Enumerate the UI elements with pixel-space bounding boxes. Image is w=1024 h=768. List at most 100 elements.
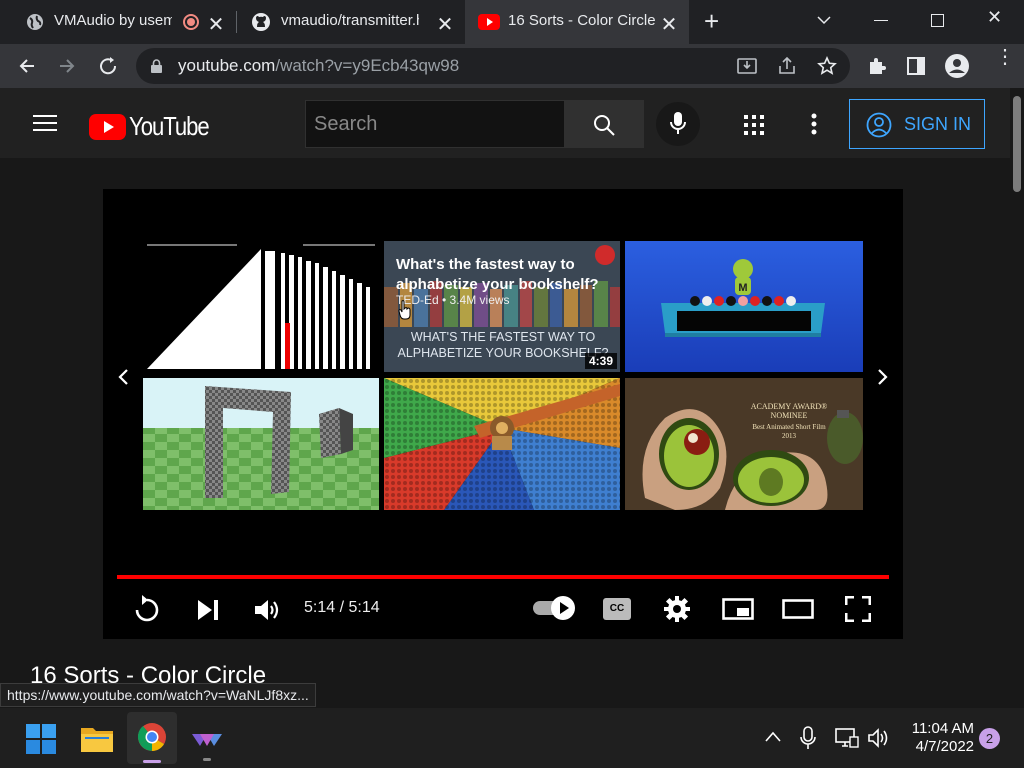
taskbar-chrome-active[interactable] [127, 712, 177, 764]
endscreen-prev-icon[interactable] [117, 368, 129, 386]
youtube-favicon-icon [478, 14, 500, 30]
microphone-tray-icon[interactable] [800, 726, 816, 750]
bookmark-star-icon[interactable] [817, 56, 837, 76]
replay-icon[interactable] [133, 594, 161, 624]
color-wheel-thumbnail [384, 378, 620, 510]
url-host: youtube.com [178, 56, 276, 75]
theater-mode-icon[interactable] [782, 599, 814, 619]
closed-captions-icon[interactable]: CC [603, 598, 631, 620]
autoplay-knob [551, 596, 575, 620]
install-app-icon[interactable] [736, 56, 758, 76]
award-year: 2013 [782, 432, 796, 440]
browser-menu-icon[interactable]: ⋮ [995, 47, 1015, 67]
balls-machine-thumbnail: M [625, 241, 863, 372]
recording-icon [183, 14, 199, 30]
youtube-play-icon [89, 113, 126, 140]
url-text: youtube.com/watch?v=y9Ecb43qw98 [178, 56, 459, 76]
autoplay-toggle[interactable] [533, 596, 575, 620]
miniplayer-icon[interactable] [722, 598, 754, 620]
vmaudio-app-icon[interactable] [192, 730, 222, 750]
reload-icon[interactable] [97, 55, 119, 77]
endscreen-channel-views: TED-Ed • 3.4M views [396, 293, 510, 307]
settings-gear-icon[interactable] [664, 596, 690, 622]
lock-icon[interactable] [150, 58, 163, 74]
endscreen-video-balls[interactable]: M [625, 241, 863, 372]
endscreen-video-ted[interactable]: What's the fastest way to alphabetize yo… [384, 241, 620, 372]
network-icon[interactable] [835, 727, 859, 749]
tab-label: vmaudio/transmitter.h [281, 12, 419, 29]
tab-label: 16 Sorts - Color Circle [508, 12, 656, 29]
video-duration: 4:39 [584, 353, 617, 369]
tab-vmaudio[interactable]: VMAudio by usem ✕ [0, 0, 236, 44]
back-arrow-icon[interactable] [17, 56, 37, 76]
share-icon[interactable] [777, 56, 797, 76]
endscreen-video-avocado[interactable]: ACADEMY AWARD® NOMINEE Best Animated Sho… [625, 378, 863, 510]
avocado-thumbnail [625, 378, 863, 510]
clock-time: 11:04 AM [911, 720, 974, 737]
sort-bars-thumbnail [143, 241, 379, 372]
youtube-logo-text: YouTube [129, 111, 210, 141]
chevron-down-icon[interactable] [816, 14, 832, 26]
minimize-button[interactable] [874, 20, 888, 21]
tab-github[interactable]: vmaudio/transmitter.h ✕ [237, 0, 465, 44]
close-tab-icon[interactable]: ✕ [659, 12, 679, 37]
new-tab-button[interactable]: + [704, 6, 719, 37]
running-app-indicator [203, 758, 211, 761]
browser-toolbar: youtube.com/watch?v=y9Ecb43qw98 ⋮ [0, 44, 1024, 88]
award-category: Best Animated Short Film [752, 423, 826, 431]
tab-label: VMAudio by usem [54, 12, 172, 29]
chevron-up-icon[interactable] [764, 730, 782, 744]
video-player[interactable]: What's the fastest way to alphabetize yo… [103, 189, 903, 639]
clock-date: 4/7/2022 [915, 738, 974, 755]
tab-strip: VMAudio by usem ✕ vmaudio/transmitter.h … [0, 0, 1024, 44]
apps-grid-icon[interactable] [744, 115, 764, 135]
chrome-icon [137, 723, 166, 751]
scrollbar-thumb[interactable] [1013, 96, 1021, 192]
clock[interactable]: 11:04 AM 4/7/2022 [906, 720, 974, 756]
side-panel-icon[interactable] [906, 56, 926, 76]
sign-in-button[interactable]: SIGN IN [849, 99, 985, 149]
portal-thumbnail [143, 378, 379, 510]
endscreen-video-color-wheel[interactable] [384, 378, 620, 510]
forward-arrow-icon[interactable] [57, 56, 77, 76]
search-icon [594, 115, 615, 136]
extensions-puzzle-icon[interactable] [866, 55, 888, 77]
tab-youtube[interactable]: 16 Sorts - Color Circle ✕ [465, 0, 689, 44]
hamburger-menu-icon[interactable] [33, 114, 57, 132]
award-text: ACADEMY AWARD® NOMINEE [750, 402, 828, 420]
microphone-icon [670, 112, 686, 134]
mouse-cursor-icon [398, 300, 411, 320]
profile-icon[interactable] [944, 53, 970, 79]
autoplay-play-icon [560, 602, 569, 614]
time-display: 5:14 / 5:14 [304, 599, 380, 616]
endscreen-video-sort-bars[interactable] [143, 241, 379, 372]
start-windows-icon[interactable] [26, 724, 56, 754]
file-explorer-icon[interactable] [81, 724, 113, 752]
fullscreen-icon[interactable] [845, 596, 871, 622]
progress-bar[interactable] [117, 575, 889, 579]
close-tab-icon[interactable]: ✕ [435, 12, 455, 37]
active-app-indicator [143, 760, 161, 763]
endscreen-next-icon[interactable] [877, 368, 889, 386]
github-icon [252, 13, 270, 31]
watch-page: What's the fastest way to alphabetize yo… [0, 158, 1010, 708]
sign-in-label: SIGN IN [904, 113, 972, 134]
url-path: /watch?v=y9Ecb43qw98 [275, 56, 460, 75]
close-window-button[interactable]: ✕ [987, 7, 1002, 28]
search-input[interactable]: Search [305, 100, 565, 148]
voice-search-button[interactable] [656, 102, 700, 146]
notification-badge[interactable]: 2 [979, 728, 1000, 749]
youtube-logo[interactable]: YouTube [89, 111, 223, 142]
restore-button[interactable] [931, 14, 944, 27]
settings-more-icon[interactable] [811, 113, 817, 135]
next-video-icon[interactable] [196, 599, 220, 621]
youtube-header: YouTube Search SIGN IN [0, 88, 1010, 158]
volume-icon[interactable] [253, 597, 281, 623]
account-circle-icon [866, 112, 892, 138]
thumbnail-caption: WHAT'S THE FASTEST WAY TO ALPHABETIZE YO… [397, 330, 609, 360]
address-bar[interactable]: youtube.com/watch?v=y9Ecb43qw98 [136, 48, 850, 84]
close-tab-icon[interactable]: ✕ [206, 12, 226, 37]
speaker-icon[interactable] [867, 728, 891, 748]
search-button[interactable] [565, 100, 644, 148]
endscreen-video-portal[interactable] [143, 378, 379, 510]
